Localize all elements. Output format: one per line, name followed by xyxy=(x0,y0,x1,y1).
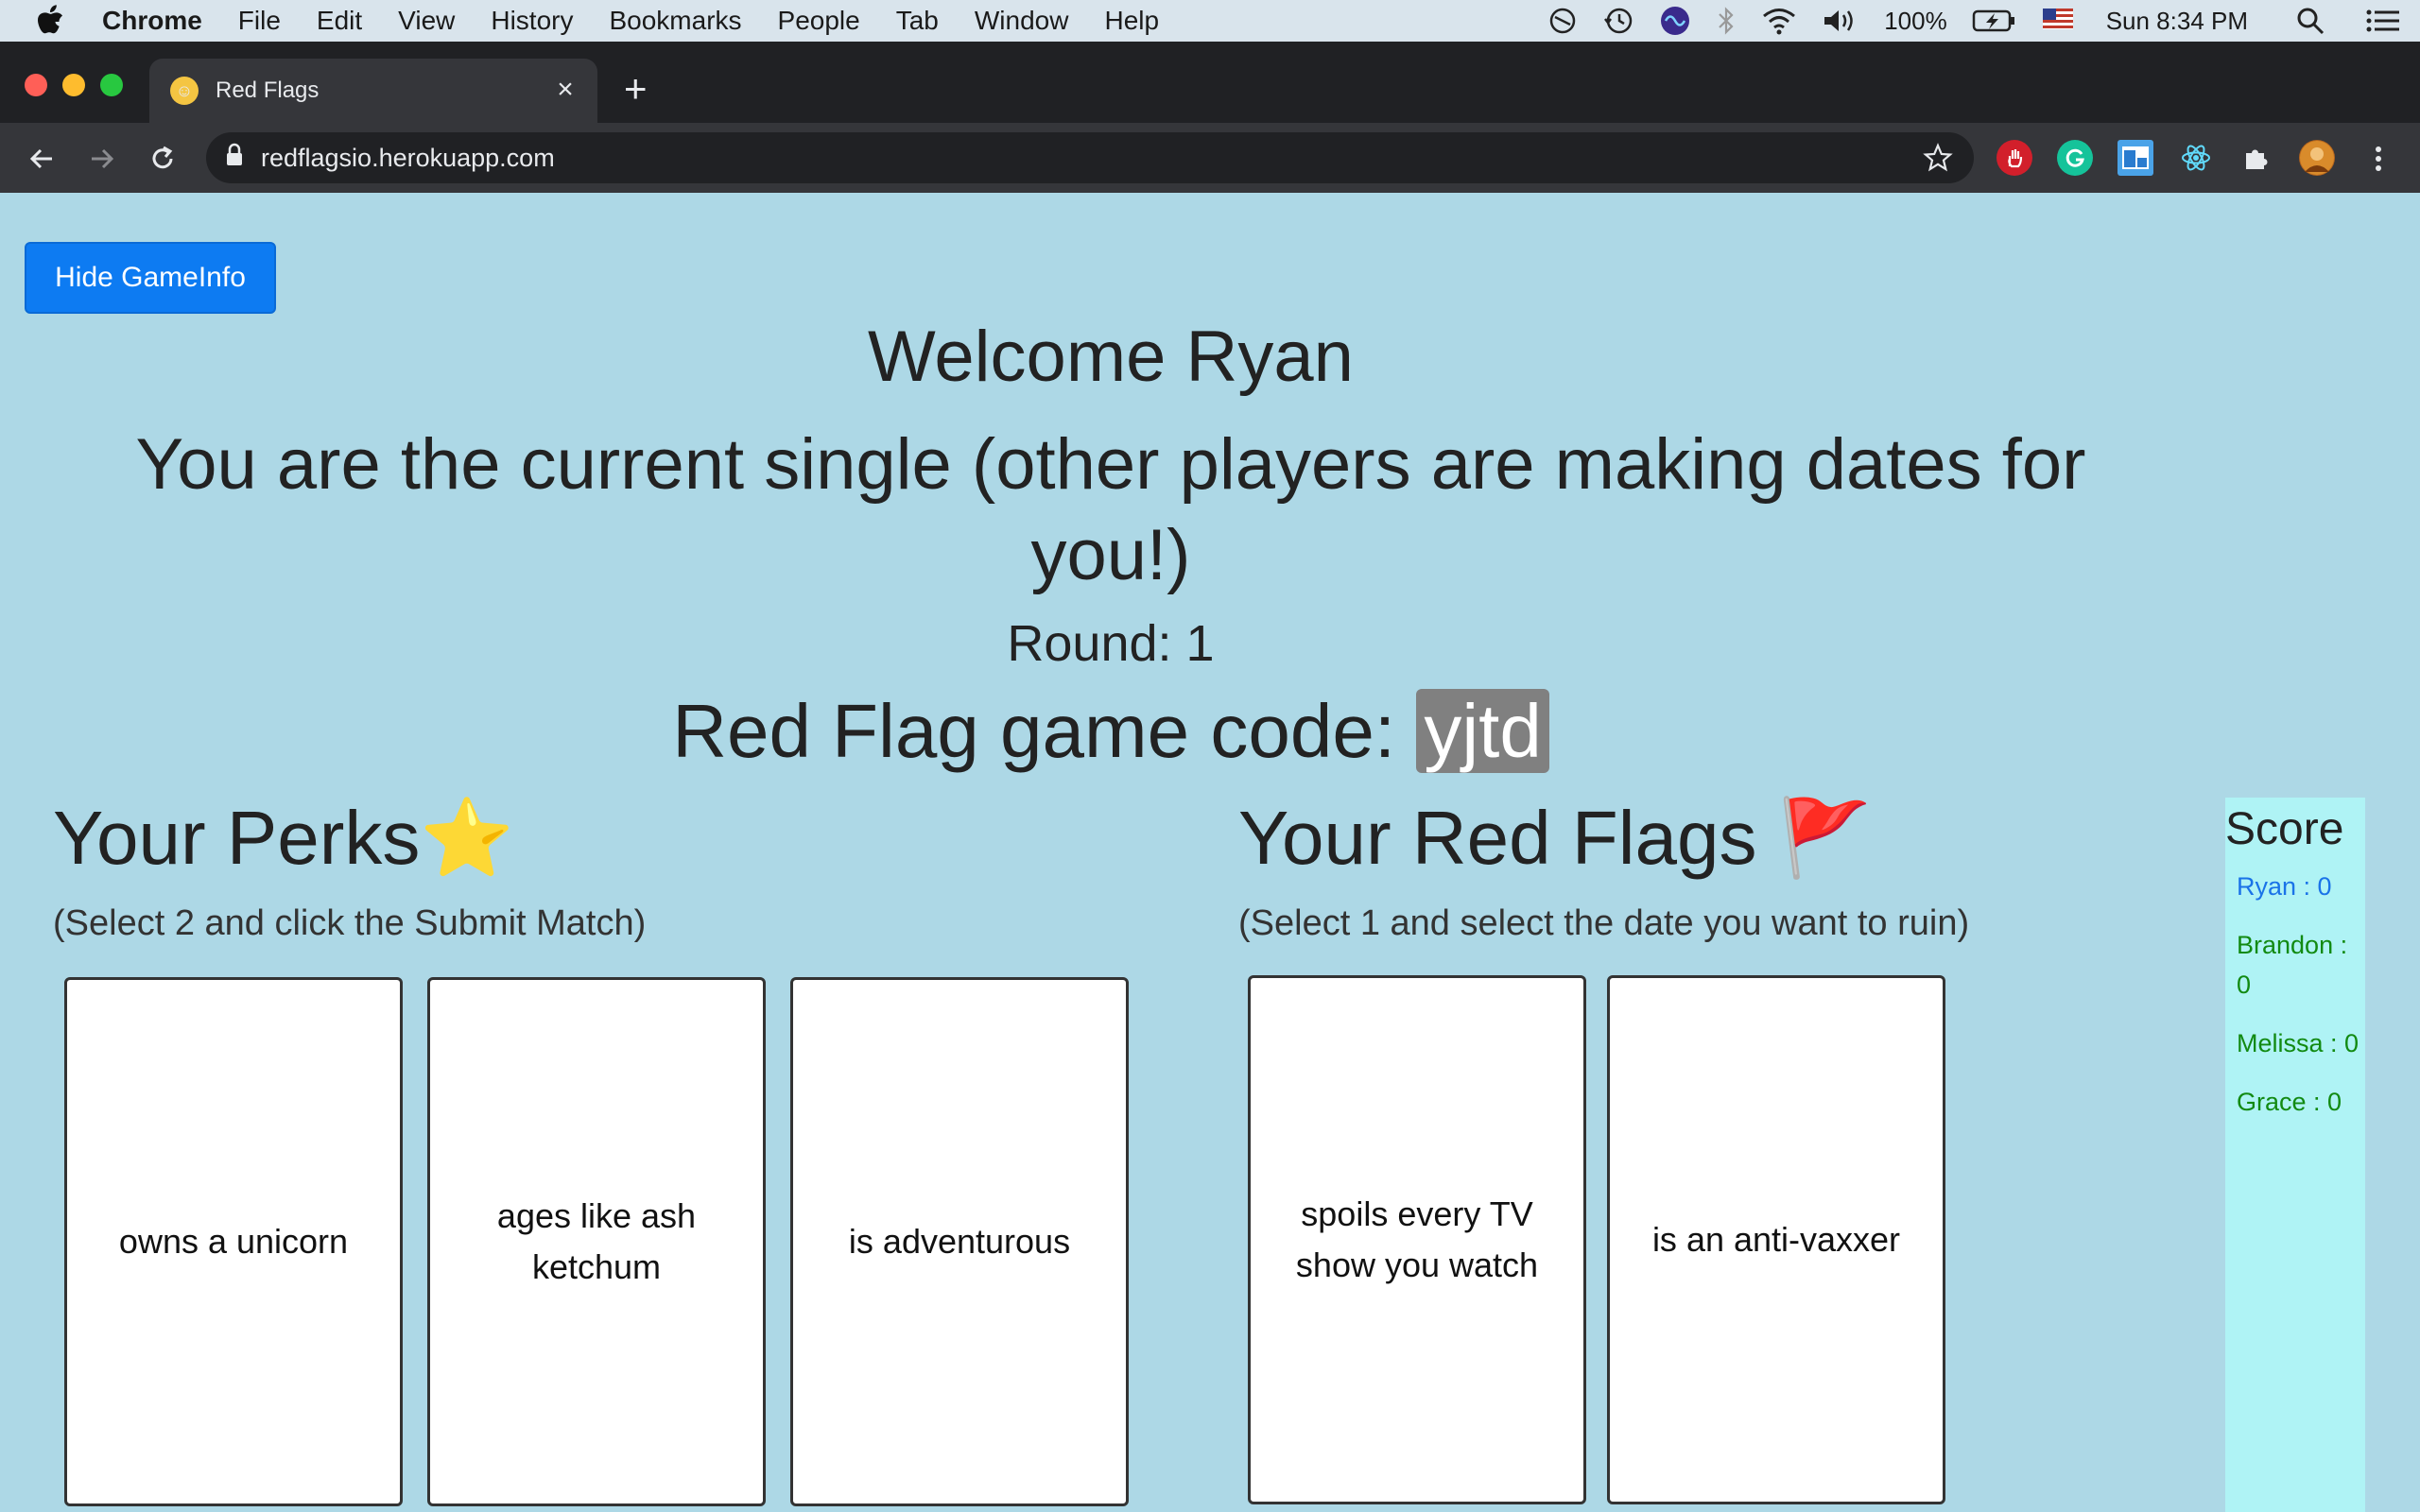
us-flag-input-icon[interactable] xyxy=(2042,7,2074,35)
game-page: Hide GameInfo Welcome Ryan You are the c… xyxy=(0,193,2420,1512)
score-title: Score xyxy=(2225,804,2344,854)
score-entry-brandon: Brandon : 0 xyxy=(2237,931,2348,999)
menu-history[interactable]: History xyxy=(491,6,573,36)
current-single-message: You are the current single (other player… xyxy=(135,424,2086,595)
menubar-status-area: 100% Sun 8:34 PM xyxy=(1547,0,2401,42)
game-code-value: yjtd xyxy=(1416,689,1549,773)
window-resizer-extension-icon[interactable] xyxy=(2118,140,2153,176)
menu-window[interactable]: Window xyxy=(975,6,1069,36)
tab-close-icon[interactable]: × xyxy=(550,76,580,106)
time-machine-icon[interactable] xyxy=(1602,6,1634,36)
wifi-icon[interactable] xyxy=(1761,7,1797,35)
round-indicator: Round: 1 xyxy=(1007,615,1215,672)
menu-help[interactable]: Help xyxy=(1104,6,1159,36)
perk-card[interactable]: ages like ash ketchum xyxy=(427,977,766,1506)
red-flags-title: Your Red Flags 🚩 xyxy=(1238,796,1873,880)
red-flag-card[interactable]: spoils every TV show you watch xyxy=(1248,975,1586,1504)
menubar-clock[interactable]: Sun 8:34 PM xyxy=(2106,7,2248,36)
battery-icon[interactable] xyxy=(1972,9,2017,33)
volume-icon[interactable] xyxy=(1822,7,1859,35)
new-tab-plus-icon[interactable]: + xyxy=(624,69,648,109)
hide-gameinfo-button[interactable]: Hide GameInfo xyxy=(25,242,276,314)
menu-tab[interactable]: Tab xyxy=(896,6,939,36)
url-text[interactable]: redflagsio.herokuapp.com xyxy=(261,144,555,173)
welcome-heading: Welcome Ryan xyxy=(868,317,1354,397)
reload-icon[interactable] xyxy=(144,140,182,178)
siri-icon[interactable] xyxy=(1659,5,1691,37)
score-entry-ryan: Ryan : 0 xyxy=(2237,872,2332,901)
browser-tab-strip: ☺ Red Flags × + xyxy=(0,42,2420,123)
tab-favicon-icon: ☺ xyxy=(170,77,199,105)
sync-icon[interactable] xyxy=(1547,6,1578,36)
menu-app-chrome[interactable]: Chrome xyxy=(102,6,202,36)
menu-file[interactable]: File xyxy=(238,6,281,36)
apple-logo-icon[interactable] xyxy=(36,5,74,37)
perks-title: Your Perks⭐ xyxy=(53,796,514,880)
window-zoom-button[interactable] xyxy=(100,74,123,96)
perk-card[interactable]: owns a unicorn xyxy=(64,977,403,1506)
lock-icon[interactable] xyxy=(225,143,244,174)
menu-edit[interactable]: Edit xyxy=(317,6,362,36)
address-bar[interactable]: redflagsio.herokuapp.com xyxy=(206,132,1974,183)
menu-people[interactable]: People xyxy=(778,6,860,36)
window-minimize-button[interactable] xyxy=(62,74,85,96)
react-devtools-extension-icon[interactable] xyxy=(2178,140,2214,176)
notification-center-icon[interactable] xyxy=(2365,8,2401,34)
perk-card[interactable]: is adventurous xyxy=(790,977,1129,1506)
chrome-menu-kebab-icon[interactable] xyxy=(2360,140,2397,178)
red-flag-card[interactable]: is an anti-vaxxer xyxy=(1607,975,1945,1504)
battery-percent: 100% xyxy=(1884,6,1947,35)
menu-view[interactable]: View xyxy=(398,6,455,36)
grammarly-extension-icon[interactable] xyxy=(2057,140,2093,176)
score-entry-grace: Grace : 0 xyxy=(2237,1088,2342,1116)
profile-avatar[interactable] xyxy=(2299,140,2335,176)
bluetooth-icon[interactable] xyxy=(1716,6,1737,36)
game-code-line: Red Flag game code: yjtd xyxy=(0,688,2221,775)
back-arrow-icon[interactable] xyxy=(23,140,60,178)
bookmark-star-icon[interactable] xyxy=(1923,143,1953,180)
window-close-button[interactable] xyxy=(25,74,47,96)
browser-toolbar: redflagsio.herokuapp.com xyxy=(0,123,2420,193)
score-panel: Score Ryan : 0 Brandon : 0 Melissa : 0 G… xyxy=(2225,798,2365,1512)
menu-bookmarks[interactable]: Bookmarks xyxy=(609,6,741,36)
browser-tab-active[interactable]: ☺ Red Flags × xyxy=(149,59,597,123)
score-entry-melissa: Melissa : 0 xyxy=(2237,1029,2360,1057)
red-flags-instructions: (Select 1 and select the date you want t… xyxy=(1238,903,1970,943)
perks-instructions: (Select 2 and click the Submit Match) xyxy=(53,903,647,943)
adblock-extension-icon[interactable] xyxy=(1996,140,2032,176)
extensions-puzzle-icon[interactable] xyxy=(2238,140,2274,176)
macos-menubar: Chrome File Edit View History Bookmarks … xyxy=(0,0,2420,42)
spotlight-search-icon[interactable] xyxy=(2295,6,2325,36)
forward-arrow-icon[interactable] xyxy=(83,140,121,178)
game-code-label: Red Flag game code: xyxy=(672,689,1396,773)
tab-title: Red Flags xyxy=(216,77,320,103)
